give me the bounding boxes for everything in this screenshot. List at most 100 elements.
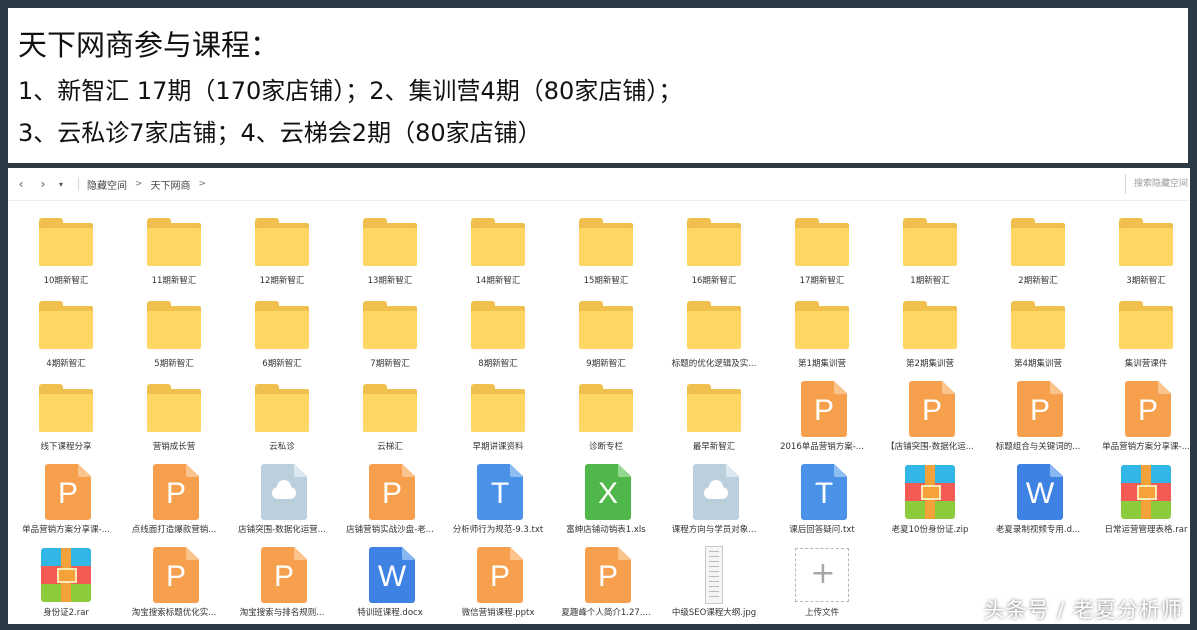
back-arrow-icon[interactable]: ‹ <box>10 177 32 191</box>
file-item[interactable]: T课后回答疑问.txt <box>768 457 876 540</box>
folder-item[interactable]: 15期新智汇 <box>552 208 660 291</box>
folder-item[interactable]: 第4期集训营 <box>984 291 1092 374</box>
item-label: 第2期集训营 <box>878 357 982 369</box>
folder-item[interactable]: 12期新智汇 <box>228 208 336 291</box>
item-label: 第1期集训营 <box>770 357 874 369</box>
folder-icon <box>253 297 311 355</box>
folder-item[interactable]: 2期新智汇 <box>984 208 1092 291</box>
folder-item[interactable]: 14期新智汇 <box>444 208 552 291</box>
folder-item[interactable]: 4期新智汇 <box>12 291 120 374</box>
ppt-file-icon: P <box>793 380 851 438</box>
file-item[interactable]: P店铺营销实战沙盘-老... <box>336 457 444 540</box>
file-item[interactable]: P 【店铺突围-数据化运... <box>876 374 984 457</box>
excel-file-icon: X <box>577 463 635 521</box>
ppt-file-icon: P <box>145 463 203 521</box>
search-input[interactable]: 搜索隐藏空间 <box>1125 174 1190 194</box>
ppt-file-icon: P <box>145 546 203 604</box>
item-label: 3期新智汇 <box>1094 274 1190 286</box>
file-type-letter: P <box>801 388 847 434</box>
item-label: 最早新智汇 <box>662 440 766 452</box>
folder-item[interactable]: 9期新智汇 <box>552 291 660 374</box>
ppt-file-icon: P <box>469 546 527 604</box>
history-dropdown-icon[interactable]: ▾ <box>54 180 68 189</box>
file-item[interactable]: 老夏10份身份证.zip <box>876 457 984 540</box>
folder-item[interactable]: 最早新智汇 <box>660 374 768 457</box>
item-label: 中级SEO课程大纲.jpg <box>662 606 766 618</box>
forward-arrow-icon[interactable]: › <box>32 177 54 191</box>
file-item[interactable]: 店铺突围-数据化运营... <box>228 457 336 540</box>
folder-icon <box>577 214 635 272</box>
file-item[interactable]: P单品营销方案分享课-... <box>1092 374 1190 457</box>
file-item[interactable]: 日常运营管理表格.rar <box>1092 457 1190 540</box>
folder-item[interactable]: 标题的优化逻辑及实... <box>660 291 768 374</box>
folder-icon <box>1117 297 1175 355</box>
item-label: 营销成长营 <box>122 440 226 452</box>
folder-icon <box>361 380 419 438</box>
folder-item[interactable]: 3期新智汇 <box>1092 208 1190 291</box>
file-item[interactable]: 课程方向与学员对象... <box>660 457 768 540</box>
item-label: 【店铺突围-数据化运... <box>878 440 982 452</box>
item-label: 诊断专栏 <box>554 440 658 452</box>
file-item[interactable]: X富绅店铺动销表1.xls <box>552 457 660 540</box>
folder-item[interactable]: 第1期集训营 <box>768 291 876 374</box>
file-item[interactable]: 中级SEO课程大纲.jpg <box>660 540 768 623</box>
folder-item[interactable]: 集训营课件 <box>1092 291 1190 374</box>
breadcrumb-expand-icon[interactable]: > <box>199 179 207 189</box>
folder-icon <box>1009 297 1067 355</box>
folder-item[interactable]: 云梯汇 <box>336 374 444 457</box>
file-type-letter: P <box>45 471 91 517</box>
upload-file-button[interactable]: + 上传文件 <box>768 540 876 623</box>
folder-item[interactable]: 线下课程分享 <box>12 374 120 457</box>
folder-icon <box>793 214 851 272</box>
folder-icon <box>577 380 635 438</box>
plus-icon: + <box>793 546 851 604</box>
file-item[interactable]: T分析师行为规范-9.3.txt <box>444 457 552 540</box>
folder-item[interactable]: 16期新智汇 <box>660 208 768 291</box>
item-label: 课程方向与学员对象... <box>662 523 766 535</box>
folder-item[interactable]: 早期讲课资料 <box>444 374 552 457</box>
folder-item[interactable]: 7期新智汇 <box>336 291 444 374</box>
item-label: 点线面打造爆款营销... <box>122 523 226 535</box>
breadcrumb-current[interactable]: 天下网商 <box>151 177 191 192</box>
folder-item[interactable]: 17期新智汇 <box>768 208 876 291</box>
banner-line-1: 1、新智汇 17期（170家店铺）；2、集训营4期（80家店铺）； <box>18 70 1188 112</box>
folder-item[interactable]: 诊断专栏 <box>552 374 660 457</box>
item-label: 早期讲课资料 <box>446 440 550 452</box>
item-label: 上传文件 <box>770 606 874 618</box>
word-file-icon: W <box>1009 463 1067 521</box>
ppt-file-icon: P <box>901 380 959 438</box>
item-label: 夏趣峰个人简介1.27.... <box>554 606 658 618</box>
file-item[interactable]: P淘宝搜索标题优化实... <box>120 540 228 623</box>
file-item[interactable]: P标题组合与关键词的... <box>984 374 1092 457</box>
folder-icon <box>901 297 959 355</box>
file-item[interactable]: W老夏录制视频专用.d... <box>984 457 1092 540</box>
file-item[interactable]: P 单品营销方案分享课-... <box>12 457 120 540</box>
folder-icon <box>253 380 311 438</box>
folder-item[interactable]: 1期新智汇 <box>876 208 984 291</box>
folder-item[interactable]: 10期新智汇 <box>12 208 120 291</box>
file-item[interactable]: P淘宝搜索与排名规则... <box>228 540 336 623</box>
file-item[interactable]: P2016单品营销方案-... <box>768 374 876 457</box>
item-label: 店铺营销实战沙盘-老... <box>338 523 442 535</box>
file-item[interactable]: W特训班课程.docx <box>336 540 444 623</box>
folder-item[interactable]: 营销成长营 <box>120 374 228 457</box>
folder-icon <box>361 297 419 355</box>
ppt-file-icon: P <box>1009 380 1067 438</box>
file-item[interactable]: P 点线面打造爆款营销... <box>120 457 228 540</box>
file-explorer: ‹ › ▾ 隐藏空间 > 天下网商 > 搜索隐藏空间 10期新智汇11期新智汇1… <box>8 168 1190 624</box>
folder-item[interactable]: 11期新智汇 <box>120 208 228 291</box>
folder-item[interactable]: 5期新智汇 <box>120 291 228 374</box>
file-item[interactable]: P微信营销课程.pptx <box>444 540 552 623</box>
folder-item[interactable]: 6期新智汇 <box>228 291 336 374</box>
item-label: 分析师行为规范-9.3.txt <box>446 523 550 535</box>
file-item[interactable]: 身份证2.rar <box>12 540 120 623</box>
breadcrumb-root[interactable]: 隐藏空间 <box>87 177 127 192</box>
folder-item[interactable]: 第2期集训营 <box>876 291 984 374</box>
folder-item[interactable]: 13期新智汇 <box>336 208 444 291</box>
item-label: 云梯汇 <box>338 440 442 452</box>
item-label: 8期新智汇 <box>446 357 550 369</box>
folder-item[interactable]: 8期新智汇 <box>444 291 552 374</box>
item-label: 单品营销方案分享课-... <box>14 523 118 535</box>
folder-item[interactable]: 云私诊 <box>228 374 336 457</box>
file-item[interactable]: P夏趣峰个人简介1.27.... <box>552 540 660 623</box>
